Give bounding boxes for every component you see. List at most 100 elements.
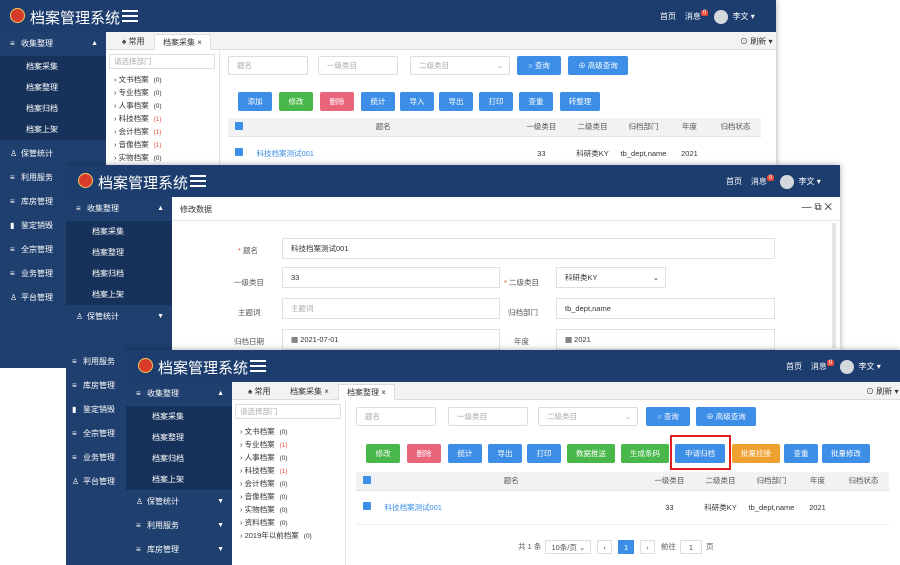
user-caret-icon[interactable]: ▾ xyxy=(877,362,881,371)
push-data-button[interactable]: 数据推送 xyxy=(567,444,615,463)
menu-toggle-icon[interactable] xyxy=(190,175,206,187)
dedupe-button[interactable]: 查重 xyxy=(784,444,818,463)
department-select[interactable]: 请选择部门 xyxy=(109,54,215,69)
menu-toggle-icon[interactable] xyxy=(122,10,138,22)
sidebar-subitem[interactable]: 档案整理 xyxy=(66,242,172,263)
sidebar-item-fonds[interactable]: ≡ 全宗管理 xyxy=(66,422,126,446)
prev-page-icon[interactable]: ‹ xyxy=(597,540,612,554)
page-number[interactable]: 1 xyxy=(617,540,635,554)
home-link[interactable]: 首页 xyxy=(786,362,802,371)
advanced-search-button[interactable]: ⊕ 高级查询 xyxy=(696,407,756,426)
user-name[interactable]: 李文 xyxy=(732,12,748,21)
sidebar-subitem[interactable]: 档案采集 xyxy=(126,406,232,427)
sidebar-subitem[interactable]: 档案归档 xyxy=(0,98,106,119)
goto-input[interactable]: 1 xyxy=(679,540,702,554)
delete-button[interactable]: 删除 xyxy=(407,444,441,463)
avatar[interactable] xyxy=(714,10,729,24)
tree-item[interactable]: › 科技档案 (1) xyxy=(114,113,162,124)
sidebar-item-storage-stats[interactable]: ♙ 保管统计 xyxy=(0,142,66,166)
tree-item[interactable]: › 文书档案 (0) xyxy=(240,426,288,437)
export-button[interactable]: 导出 xyxy=(488,444,522,463)
user-name[interactable]: 李文 xyxy=(798,177,814,186)
tree-item[interactable]: › 人事档案 (0) xyxy=(114,100,162,111)
category1-input[interactable]: 一级类目 xyxy=(318,56,398,75)
sidebar-subitem[interactable]: 档案归档 xyxy=(66,263,172,284)
tree-item[interactable]: › 会计档案 (1) xyxy=(114,126,162,137)
messages-link[interactable]: 消息 xyxy=(685,12,701,21)
subject-field[interactable]: 主题词 xyxy=(282,298,500,319)
sidebar-item-fonds[interactable]: ≡ 全宗管理 xyxy=(0,238,66,262)
row-title-link[interactable]: 科技档案测试001 xyxy=(250,136,516,166)
messages-link[interactable]: 消息 xyxy=(811,362,827,371)
tab-common[interactable]: ♠ 常用 xyxy=(114,34,152,50)
tab-common[interactable]: ♠ 常用 xyxy=(240,384,278,400)
row-title-link[interactable]: 科技档案测试001 xyxy=(378,490,644,525)
sidebar-item-business[interactable]: ≡ 业务管理 xyxy=(0,262,66,286)
next-page-icon[interactable]: › xyxy=(640,540,655,554)
tree-item[interactable]: › 实物档案 (0) xyxy=(240,504,288,515)
sidebar-item-service[interactable]: ≡ 利用服务 xyxy=(0,166,66,190)
category2-select[interactable]: 二级类目 ⌄ xyxy=(410,56,510,75)
apply-archive-button[interactable]: 申请归档 xyxy=(675,444,725,463)
table-row[interactable]: 科技档案测试001 33 科研类KY tb_dept,name 2021 xyxy=(356,490,889,525)
sidebar-item-service[interactable]: ≡ 利用服务 xyxy=(66,350,126,374)
tab-collect[interactable]: 档案采集 × xyxy=(282,384,337,400)
date-field[interactable]: ▦ 2021-07-01 xyxy=(282,329,500,350)
user-caret-icon[interactable]: ▾ xyxy=(751,12,755,21)
department-select[interactable]: 请选择部门 xyxy=(235,404,341,419)
title-field[interactable]: 科技档案测试001 xyxy=(282,238,775,259)
tree-item[interactable]: › 文书档案 (0) xyxy=(114,74,162,85)
avatar[interactable] xyxy=(840,360,855,374)
select-all-checkbox[interactable] xyxy=(363,475,372,484)
tree-item[interactable]: › 实物档案 (0) xyxy=(114,152,162,163)
title-input[interactable]: 题名 xyxy=(228,56,308,75)
barcode-button[interactable]: 生成条码 xyxy=(621,444,669,463)
sidebar-subitem[interactable]: 档案上架 xyxy=(0,119,106,140)
tab-collect[interactable]: 档案采集 × xyxy=(154,34,211,50)
menu-toggle-icon[interactable] xyxy=(250,360,266,372)
messages-link[interactable]: 消息 xyxy=(751,177,767,186)
refresh-button[interactable]: ⊙ 刷新 ▾ xyxy=(858,384,900,400)
tab-arrange[interactable]: 档案整理 × xyxy=(338,384,395,400)
sidebar-item-storage-stats[interactable]: ♙ 保管统计 ▼ xyxy=(126,490,232,514)
tree-item[interactable]: › 专业档案 (0) xyxy=(114,87,162,98)
search-button[interactable]: ○ 查询 xyxy=(517,56,561,75)
delete-button[interactable]: 删除 xyxy=(320,92,354,111)
select-all-checkbox[interactable] xyxy=(235,121,244,130)
dialog-scrollbar[interactable] xyxy=(832,223,836,348)
import-button[interactable]: 导入 xyxy=(400,92,434,111)
row-checkbox[interactable] xyxy=(363,502,372,510)
stats-button[interactable]: 统计 xyxy=(448,444,482,463)
tree-item[interactable]: › 科技档案 (1) xyxy=(240,465,288,476)
sidebar-item-collect[interactable]: ≡ 收集整理 ▲ xyxy=(0,32,106,56)
tree-item[interactable]: › 音像档案 (1) xyxy=(114,139,162,150)
tree-item[interactable]: › 2019年以前档案 (0) xyxy=(240,530,312,541)
user-caret-icon[interactable]: ▾ xyxy=(817,177,821,186)
advanced-search-button[interactable]: ⊕ 高级查询 xyxy=(568,56,628,75)
tree-item[interactable]: › 资料档案 (0) xyxy=(240,517,288,528)
cat1-field[interactable]: 33 xyxy=(282,267,500,288)
sidebar-item-warehouse[interactable]: ≡ 库房管理 ▼ xyxy=(126,538,232,562)
sidebar-item-business[interactable]: ≡ 业务管理 xyxy=(66,446,126,470)
tree-item[interactable]: › 人事档案 (0) xyxy=(240,452,288,463)
sidebar-item-appraise[interactable]: ▮ 鉴定销毁 xyxy=(66,398,126,422)
sidebar-subitem[interactable]: 档案采集 xyxy=(66,221,172,242)
home-link[interactable]: 首页 xyxy=(660,12,676,21)
to-arrange-button[interactable]: 转整理 xyxy=(560,92,600,111)
sidebar-item-storage-stats[interactable]: ♙ 保管统计 ▼ xyxy=(66,305,172,329)
dialog-window-controls[interactable]: — ⧉ ✕ xyxy=(802,202,832,213)
print-button[interactable]: 打印 xyxy=(527,444,561,463)
sidebar-subitem[interactable]: 档案上架 xyxy=(66,284,172,305)
user-name[interactable]: 李文 xyxy=(858,362,874,371)
category1-input[interactable]: 一级类目 xyxy=(448,407,528,426)
year-field[interactable]: ▦ 2021 xyxy=(556,329,775,350)
sidebar-subitem[interactable]: 档案采集 xyxy=(0,56,106,77)
sidebar-item-collect[interactable]: ≡ 收集整理 ▲ xyxy=(126,382,232,406)
tree-item[interactable]: › 专业档案 (1) xyxy=(240,439,288,450)
category2-select[interactable]: 二级类目 ⌄ xyxy=(538,407,638,426)
sidebar-subitem[interactable]: 档案整理 xyxy=(0,77,106,98)
cat2-select[interactable]: 科研类KY ⌄ xyxy=(556,267,666,288)
batch-edit-button[interactable]: 批量修改 xyxy=(822,444,870,463)
sidebar-item-warehouse[interactable]: ≡ 库房管理 xyxy=(0,190,66,214)
sidebar-item-appraise[interactable]: ▮ 鉴定销毁 xyxy=(0,214,66,238)
